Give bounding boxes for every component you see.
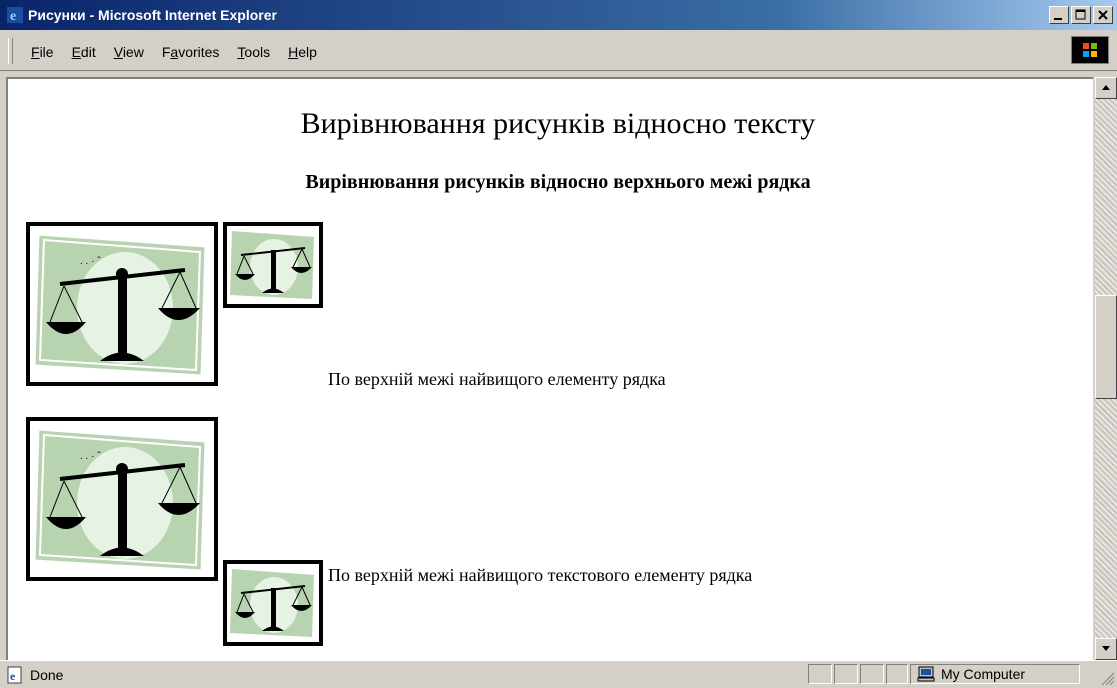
close-button[interactable] (1093, 6, 1113, 24)
menu-edit[interactable]: Edit (63, 44, 105, 60)
page-done-icon: e (7, 666, 22, 684)
minimize-icon (1054, 18, 1062, 20)
toolbar-grip[interactable] (8, 38, 13, 64)
arrow-up-icon (1102, 85, 1110, 90)
row-2-text: По верхній межі найвищого текстового еле… (328, 565, 753, 585)
scales-image-large: . . · ˆ (26, 417, 218, 581)
status-panel (886, 664, 908, 684)
scales-of-justice-icon (227, 566, 317, 640)
status-panel (860, 664, 884, 684)
status-bar: e Done My Computer (0, 660, 1117, 688)
minimize-button[interactable] (1049, 6, 1069, 24)
vertical-scrollbar[interactable] (1095, 77, 1117, 660)
page-heading: Вирівнювання рисунків відносно тексту (300, 107, 816, 140)
ie-icon: e (7, 7, 23, 24)
scales-of-justice-icon: . . · ˆ (32, 427, 208, 573)
status-text: Done (30, 667, 64, 683)
scales-image-small (223, 560, 323, 646)
page-subheading: Вирівнювання рисунків відносно верхнього… (305, 171, 811, 193)
svg-text:e: e (10, 9, 16, 24)
computer-icon (917, 666, 935, 682)
maximize-icon (1075, 9, 1086, 20)
svg-text:. . · ˆ: . . · ˆ (80, 255, 101, 267)
status-panel (808, 664, 832, 684)
menu-favorites[interactable]: Favorites (153, 44, 229, 60)
menu-help[interactable]: Help (279, 44, 326, 60)
row-1-text: По верхній межі найвищого елементу рядка (328, 369, 666, 389)
svg-text:e: e (10, 669, 16, 683)
scales-of-justice-icon (227, 228, 317, 302)
menu-file[interactable]: File (22, 44, 63, 60)
maximize-button[interactable] (1071, 6, 1091, 24)
title-bar: e Рисунки - Microsoft Internet Explorer (0, 0, 1117, 30)
zone-label: My Computer (941, 666, 1026, 682)
menu-bar: File Edit View Favorites Tools Help (0, 30, 1117, 71)
scroll-thumb[interactable] (1095, 295, 1117, 399)
window-title: Рисунки - Microsoft Internet Explorer (28, 7, 277, 23)
windows-logo-icon (1071, 36, 1109, 64)
menu-items: File Edit View Favorites Tools Help (22, 44, 326, 60)
scroll-up-button[interactable] (1095, 77, 1117, 99)
window-controls (1049, 6, 1113, 24)
resize-grip-icon[interactable] (1099, 670, 1115, 686)
status-panel (834, 664, 858, 684)
svg-text:. . · ˆ: . . · ˆ (80, 450, 101, 462)
security-zone[interactable]: My Computer (910, 664, 1080, 684)
close-icon (1098, 10, 1108, 20)
scales-of-justice-icon: . . · ˆ (32, 232, 208, 378)
arrow-down-icon (1102, 646, 1110, 651)
menu-view[interactable]: View (105, 44, 153, 60)
menu-tools[interactable]: Tools (228, 44, 279, 60)
page-content: Вирівнювання рисунків відносно тексту Ви… (6, 77, 1093, 660)
scroll-down-button[interactable] (1095, 638, 1117, 660)
scales-image-small (223, 222, 323, 308)
scales-image-large: . . · ˆ (26, 222, 218, 386)
